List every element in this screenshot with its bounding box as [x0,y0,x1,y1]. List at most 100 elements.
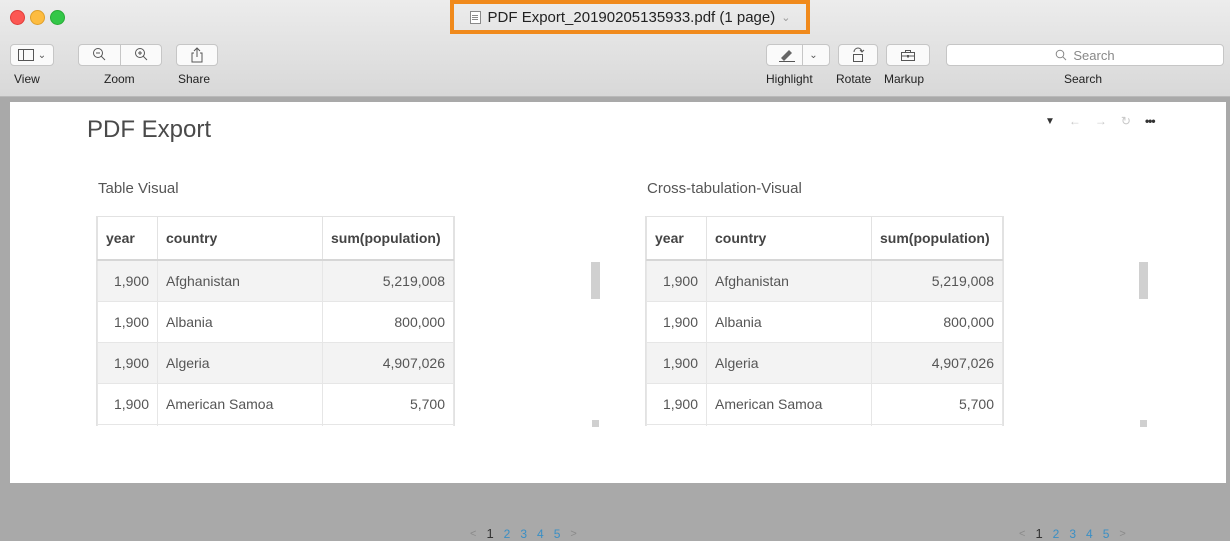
column-header-year[interactable]: year [646,216,707,261]
pdf-page: PDF Export ▼ ← → ↻ ••• Table Visual year… [10,102,1226,541]
more-icon[interactable]: ••• [1145,114,1156,128]
column-header-country[interactable]: country [157,216,323,261]
cell-year: 1,900 [646,383,707,425]
cell-year: 1,900 [646,342,707,384]
zoom-control [78,44,162,66]
zoom-in-button[interactable] [121,47,162,64]
cell-population: 5,700 [322,383,454,425]
page-link[interactable]: 3 [1069,527,1076,541]
divider [802,45,804,65]
data-table-container: year country sum(population) 1,900 Afgha… [96,216,455,426]
scrollbar-end [592,420,599,427]
scrollbar-thumb[interactable] [1139,262,1148,299]
chevron-down-icon: ⌄ [37,49,47,61]
page-link[interactable]: 4 [1086,527,1093,541]
data-table: year country sum(population) 1,900 Afgha… [97,216,454,426]
page-link[interactable]: 3 [520,527,527,541]
data-table-container: year country sum(population) 1,900 Afgha… [645,216,1004,426]
table-row: 1,900 Albania 800,000 [646,301,1003,343]
page-actions: ▼ ← → ↻ ••• [1045,114,1156,128]
table-row: 1,900 Afghanistan 5,219,008 [97,259,454,302]
document-icon [469,10,481,24]
search-icon [1056,49,1067,61]
cell-population: 5,219,008 [322,259,454,302]
prev-page-button[interactable]: < [470,528,476,540]
cell-population: 4,907,026 [322,342,454,384]
visual-title: Table Visual [98,180,179,197]
rotate-button[interactable] [838,44,878,66]
table-row: 1,900 Algeria 4,907,026 [97,342,454,384]
page-link[interactable]: 1 [486,526,493,541]
page-link[interactable]: 2 [1053,527,1060,541]
page-link[interactable]: 5 [554,527,561,541]
zoom-out-button[interactable] [79,47,120,64]
page-link[interactable]: 2 [504,527,511,541]
cell-country: Albania [706,301,872,343]
next-page-button[interactable]: > [1119,528,1125,540]
view-label: View [14,72,40,86]
page-title: PDF Export [87,116,212,143]
column-header-year[interactable]: year [97,216,158,261]
cell-population: 5,219,008 [871,259,1003,302]
cell-country: Albania [157,301,323,343]
view-button[interactable]: ⌄ [10,44,54,66]
markup-button[interactable] [886,44,930,66]
highlighter-icon [779,50,796,62]
cell-year: 1,900 [97,301,158,343]
cell-country: Algeria [706,342,872,384]
cell-country: American Samoa [157,383,323,425]
share-icon [191,47,203,63]
page-link[interactable]: 4 [537,527,544,541]
cell-year: 1,900 [646,259,707,302]
forward-arrow-icon[interactable]: → [1095,114,1107,128]
refresh-icon[interactable]: ↻ [1121,114,1131,128]
minimize-window-button[interactable] [30,10,45,25]
table-row: 1,900 Albania 800,000 [97,301,454,343]
table-row [97,424,454,426]
prev-page-button[interactable]: < [1019,528,1025,540]
search-input[interactable]: Search [946,44,1224,66]
zoom-label: Zoom [104,72,135,86]
data-table: year country sum(population) 1,900 Afgha… [646,216,1003,426]
back-arrow-icon[interactable]: ← [1069,114,1081,128]
column-header-population[interactable]: sum(population) [322,216,454,261]
page-link[interactable]: 5 [1103,527,1110,541]
cell-country: Afghanistan [157,259,323,302]
chevron-down-icon: ⌄ [809,49,818,61]
highlight-label: Highlight [766,72,813,86]
page-link[interactable]: 1 [1035,526,1042,541]
share-button[interactable] [176,44,218,66]
sidebar-icon [17,49,34,61]
cell-year: 1,900 [97,383,158,425]
table-row: 1,900 American Samoa 5,700 [97,383,454,425]
share-label: Share [178,72,211,86]
zoom-out-icon [93,47,106,60]
scrollbar-end [1140,420,1147,427]
cell-population: 800,000 [322,301,454,343]
filter-icon[interactable]: ▼ [1045,116,1055,127]
pagination: < 1 2 3 4 5 > [470,526,577,541]
cell-population: 800,000 [871,301,1003,343]
crosstab-visual: Cross-tabulation-Visual year country sum… [645,180,1148,541]
table-row [646,424,1003,426]
window-title[interactable]: PDF Export_20190205135933.pdf (1 page) ⌄ [450,0,810,34]
scrollbar-thumb[interactable] [591,262,600,299]
cell-year: 1,900 [646,301,707,343]
visual-title: Cross-tabulation-Visual [647,180,802,197]
highlight-button[interactable]: ⌄ [766,44,830,66]
toolbox-icon [901,50,915,61]
table-visual: Table Visual year country sum(population… [96,180,600,541]
rotate-icon [853,47,865,62]
column-header-country[interactable]: country [706,216,872,261]
cell-country: Algeria [157,342,323,384]
close-window-button[interactable] [10,10,25,25]
pagination: < 1 2 3 4 5 > [1019,526,1126,541]
column-header-population[interactable]: sum(population) [871,216,1003,261]
cell-population: 5,700 [871,383,1003,425]
cell-population: 4,907,026 [871,342,1003,384]
next-page-button[interactable]: > [570,528,576,540]
chevron-down-icon: ⌄ [781,11,791,24]
cell-year: 1,900 [97,259,158,302]
zoom-window-button[interactable] [50,10,65,25]
search-placeholder: Search [1073,47,1115,63]
